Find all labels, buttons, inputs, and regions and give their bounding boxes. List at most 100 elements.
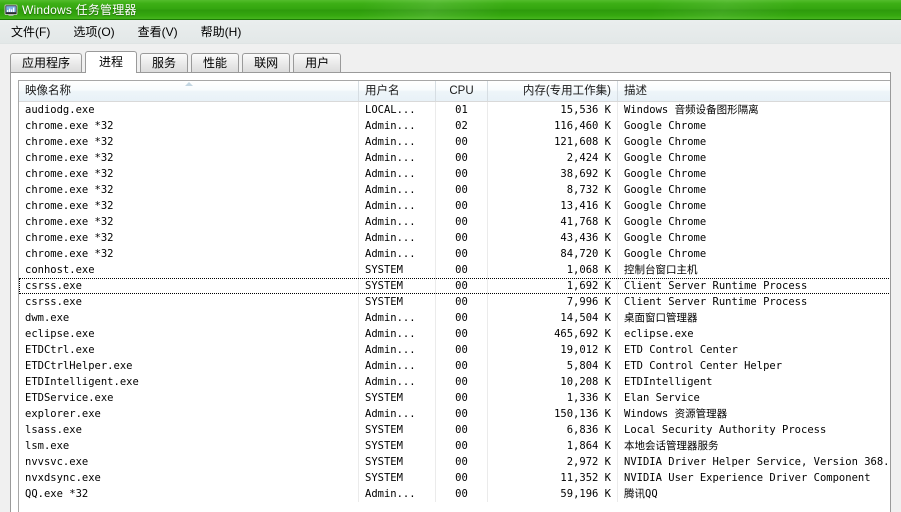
- column-header-image-name[interactable]: 映像名称: [19, 81, 359, 101]
- process-name-cell: ETDIntelligent.exe: [19, 374, 359, 390]
- memory-cell: 1,336 K: [488, 390, 618, 406]
- table-row[interactable]: conhost.exe SYSTEM 00 1,068 K 控制台窗口主机: [19, 262, 890, 278]
- memory-cell: 2,424 K: [488, 150, 618, 166]
- table-row[interactable]: nvxdsync.exe SYSTEM 00 11,352 K NVIDIA User …: [19, 470, 890, 486]
- menu-item-options[interactable]: 选项(O): [69, 21, 123, 42]
- cpu-cell: 00: [436, 214, 488, 230]
- process-list-body: audiodg.exe LOCAL... 01 15,536 K Windows 音频设…: [19, 102, 890, 512]
- window-title: Windows 任务管理器: [22, 3, 137, 17]
- memory-cell: 38,692 K: [488, 166, 618, 182]
- process-name-cell: nvvsvc.exe: [19, 454, 359, 470]
- user-name-cell: SYSTEM: [359, 390, 436, 406]
- column-header-memory[interactable]: 内存(专用工作集): [488, 81, 618, 101]
- user-name-cell: Admin...: [359, 358, 436, 374]
- table-row[interactable]: chrome.exe *32 Admin... 00 13,416 K Google C…: [19, 198, 890, 214]
- memory-cell: 10,208 K: [488, 374, 618, 390]
- table-row[interactable]: nvvsvc.exe SYSTEM 00 2,972 K NVIDIA Driver H…: [19, 454, 890, 470]
- cpu-cell: 00: [436, 326, 488, 342]
- process-name-cell: chrome.exe *32: [19, 118, 359, 134]
- cpu-cell: 00: [436, 262, 488, 278]
- memory-cell: 150,136 K: [488, 406, 618, 422]
- tab-services[interactable]: 服务: [140, 53, 189, 72]
- cpu-cell: 00: [436, 182, 488, 198]
- memory-cell: 8,732 K: [488, 182, 618, 198]
- description-cell: Google Chrome: [624, 120, 707, 132]
- table-row[interactable]: ETDCtrlHelper.exe Admin... 00 5,804 K ETD Co…: [19, 358, 890, 374]
- menu-item-help[interactable]: 帮助(H): [197, 21, 251, 42]
- process-name-cell: conhost.exe: [19, 262, 359, 278]
- memory-cell: 59,196 K: [488, 486, 618, 502]
- user-name-cell: Admin...: [359, 214, 436, 230]
- process-name-cell: chrome.exe *32: [19, 134, 359, 150]
- description-cell: 本地会话管理器服务: [624, 440, 719, 452]
- table-row[interactable]: lsass.exe SYSTEM 00 6,836 K Local Security A…: [19, 422, 890, 438]
- cpu-cell: 00: [436, 486, 488, 502]
- table-row[interactable]: chrome.exe *32 Admin... 00 38,692 K Google C…: [19, 166, 890, 182]
- tab-networking[interactable]: 联网: [242, 53, 291, 72]
- user-name-cell: Admin...: [359, 182, 436, 198]
- process-list[interactable]: 映像名称 用户名 CPU 内存(专用工作集) 描述 audiodg.exe LOC…: [18, 80, 890, 512]
- tab-strip: 应用程序 进程 服务 性能 联网 用户: [0, 50, 901, 73]
- process-name-cell: chrome.exe *32: [19, 246, 359, 262]
- description-cell: Client Server Runtime Process: [624, 296, 808, 308]
- table-row[interactable]: ETDService.exe SYSTEM 00 1,336 K Elan Servic…: [19, 390, 890, 406]
- column-header-image-name-label: 映像名称: [25, 85, 71, 97]
- user-name-cell: SYSTEM: [359, 454, 436, 470]
- process-name-cell: chrome.exe *32: [19, 182, 359, 198]
- table-row[interactable]: chrome.exe *32 Admin... 00 2,424 K Google Ch…: [19, 150, 890, 166]
- column-header-user-name[interactable]: 用户名: [359, 81, 436, 101]
- description-cell: ETDIntelligent: [624, 376, 713, 388]
- memory-cell: 19,012 K: [488, 342, 618, 358]
- table-row[interactable]: lsm.exe SYSTEM 00 1,864 K 本地会话管理器服务: [19, 438, 890, 454]
- user-name-cell: Admin...: [359, 118, 436, 134]
- user-name-cell: Admin...: [359, 326, 436, 342]
- memory-cell: 43,436 K: [488, 230, 618, 246]
- table-row[interactable]: audiodg.exe LOCAL... 01 15,536 K Windows 音频设…: [19, 102, 890, 118]
- title-bar[interactable]: Windows 任务管理器: [0, 0, 901, 20]
- table-row[interactable]: chrome.exe *32 Admin... 00 8,732 K Google Ch…: [19, 182, 890, 198]
- description-cell: Google Chrome: [624, 168, 707, 180]
- description-cell: Client Server Runtime Process: [624, 280, 808, 292]
- task-manager-icon: [4, 3, 18, 17]
- user-name-cell: Admin...: [359, 230, 436, 246]
- table-row[interactable]: csrss.exe SYSTEM 00 7,996 K Client Server Ru…: [19, 294, 890, 310]
- description-cell: ETD Control Center Helper: [624, 360, 783, 372]
- table-row[interactable]: QQ.exe *32 Admin... 00 59,196 K 腾讯QQ: [19, 486, 890, 502]
- table-row[interactable]: chrome.exe *32 Admin... 00 84,720 K Google C…: [19, 246, 890, 262]
- user-name-cell: Admin...: [359, 166, 436, 182]
- process-name-cell: ETDService.exe: [19, 390, 359, 406]
- menu-item-view[interactable]: 查看(V): [134, 21, 187, 42]
- table-row[interactable]: chrome.exe *32 Admin... 00 41,768 K Google C…: [19, 214, 890, 230]
- sort-ascending-icon: [184, 82, 193, 86]
- process-name-cell: ETDCtrl.exe: [19, 342, 359, 358]
- cpu-cell: 00: [436, 406, 488, 422]
- processes-tab-page: 映像名称 用户名 CPU 内存(专用工作集) 描述 audiodg.exe LOC…: [10, 72, 891, 512]
- table-row[interactable]: ETDIntelligent.exe Admin... 00 10,208 K ETDI…: [19, 374, 890, 390]
- tab-performance[interactable]: 性能: [191, 53, 240, 72]
- description-cell: Google Chrome: [624, 200, 707, 212]
- tab-processes[interactable]: 进程: [85, 51, 138, 73]
- process-name-cell: eclipse.exe: [19, 326, 359, 342]
- table-row[interactable]: csrss.exe SYSTEM 00 1,692 K Client Server Ru…: [19, 278, 890, 294]
- table-row[interactable]: chrome.exe *32 Admin... 00 43,436 K Google C…: [19, 230, 890, 246]
- user-name-cell: LOCAL...: [359, 102, 436, 118]
- cpu-cell: 00: [436, 374, 488, 390]
- tab-applications[interactable]: 应用程序: [10, 53, 83, 72]
- table-row[interactable]: explorer.exe Admin... 00 150,136 K Windows 资…: [19, 406, 890, 422]
- table-row[interactable]: chrome.exe *32 Admin... 02 116,460 K Google …: [19, 118, 890, 134]
- user-name-cell: SYSTEM: [359, 438, 436, 454]
- table-row[interactable]: chrome.exe *32 Admin... 00 121,608 K Google …: [19, 134, 890, 150]
- table-row[interactable]: dwm.exe Admin... 00 14,504 K 桌面窗口管理器: [19, 310, 890, 326]
- memory-cell: 1,864 K: [488, 438, 618, 454]
- table-row[interactable]: ETDCtrl.exe Admin... 00 19,012 K ETD Control…: [19, 342, 890, 358]
- tab-users[interactable]: 用户: [293, 53, 342, 72]
- user-name-cell: Admin...: [359, 374, 436, 390]
- column-header-cpu[interactable]: CPU: [436, 81, 488, 101]
- menu-item-file[interactable]: 文件(F): [7, 21, 59, 42]
- task-manager-window: Windows 任务管理器 文件(F) 选项(O) 查看(V) 帮助(H) 应用…: [0, 0, 901, 512]
- process-name-cell: csrss.exe: [19, 294, 359, 310]
- user-name-cell: Admin...: [359, 406, 436, 422]
- column-header-description[interactable]: 描述: [618, 81, 890, 101]
- process-name-cell: ETDCtrlHelper.exe: [19, 358, 359, 374]
- table-row[interactable]: eclipse.exe Admin... 00 465,692 Keclipse.ex…: [19, 326, 890, 342]
